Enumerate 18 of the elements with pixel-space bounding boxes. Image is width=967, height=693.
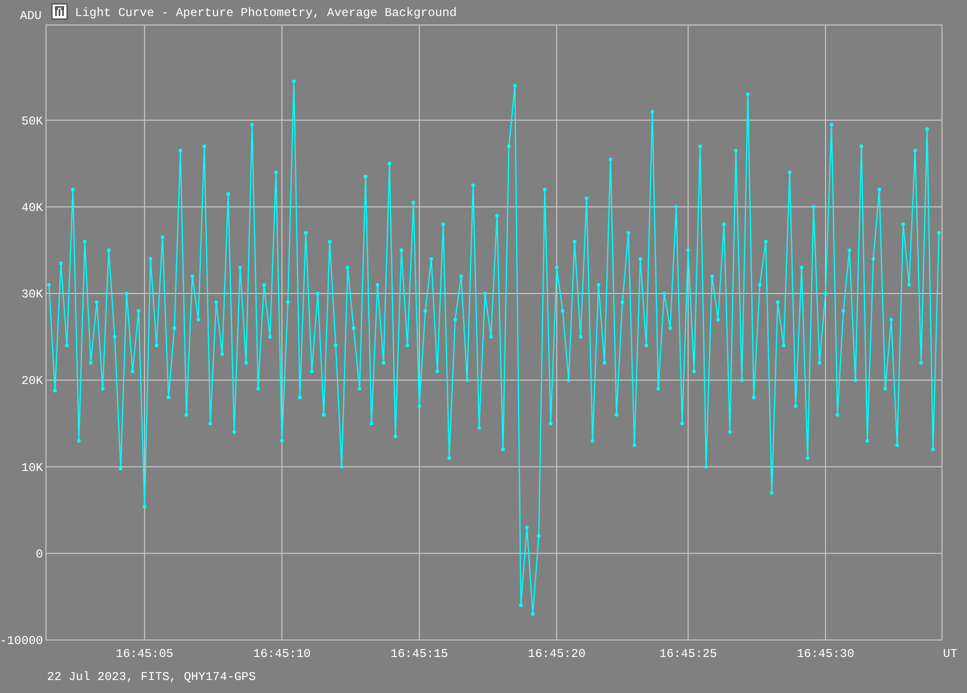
axis-tick-label: 0 — [36, 547, 43, 562]
axis-tick-label: 30K — [21, 288, 43, 302]
axis-tick-label: 16:45:25 — [659, 647, 717, 661]
axis-label: ADU — [20, 9, 42, 23]
axis-tick-label: 40K — [21, 200, 43, 215]
window-title: Light Curve - Aperture Photometry, Average Background — [75, 6, 457, 20]
axis-tick-label: 50K — [21, 114, 43, 128]
axis-tick-label: 16:45:15 — [390, 647, 448, 661]
axis-tick-label: -10000 — [0, 634, 43, 648]
axis-tick-label: 16:45:20 — [528, 647, 586, 661]
axis-tick-label: 10K — [21, 460, 43, 475]
chart-window-icon — [52, 4, 68, 20]
axis-tick-label: 16:45:05 — [116, 647, 174, 661]
axis-tick-label: 16:45:30 — [796, 647, 854, 661]
footer-info: 22 Jul 2023, FITS, QHY174-GPS — [47, 670, 256, 684]
axis-label: UT — [943, 647, 958, 661]
axis-tick-label: 20K — [21, 374, 43, 388]
axis-tick-label: 16:45:10 — [253, 647, 311, 661]
